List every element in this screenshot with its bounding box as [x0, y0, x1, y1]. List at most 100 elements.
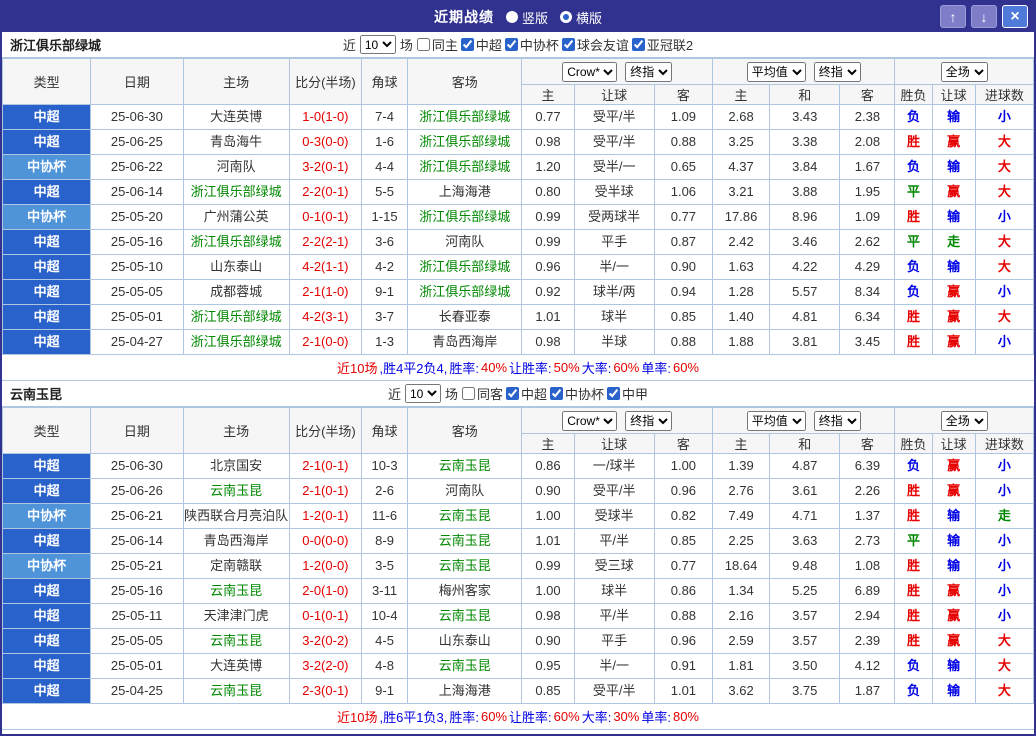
score[interactable]: 2-1(0-1) [288, 453, 363, 479]
away-team[interactable]: 河南队 [407, 229, 523, 255]
away-team[interactable]: 河南队 [407, 478, 523, 504]
section-header-bar: 云南玉昆 近 10 场 同客 中超 中协杯 中甲 [2, 381, 1034, 407]
move-down-button[interactable]: ↓ [971, 5, 997, 28]
asia-company-select[interactable]: Crow* [562, 410, 618, 431]
match-row: 中超 25-06-26 云南玉昆 2-1(0-1) 2-6 河南队 0.90 受平/半 0.96… [2, 478, 1034, 504]
score[interactable]: 1-2(0-0) [288, 553, 363, 579]
home-team[interactable]: 青岛海牛 [182, 129, 290, 155]
layout-radio-1[interactable]: 竖版 [505, 8, 548, 27]
score[interactable]: 3-2(0-1) [288, 154, 363, 180]
filter-checkbox-input[interactable] [506, 387, 519, 400]
home-team[interactable]: 云南玉昆 [182, 628, 290, 654]
euro-index-select[interactable]: 终指 [813, 61, 861, 82]
filter-checkbox-3[interactable]: 中协杯 [550, 384, 604, 403]
euro-company-select[interactable]: 平均值 [746, 61, 806, 82]
score[interactable]: 2-2(0-1) [288, 179, 363, 205]
filter-checkbox-1[interactable]: 同主 [416, 35, 458, 54]
asia-index-select[interactable]: 终指 [625, 410, 673, 431]
filter-checkbox-2[interactable]: 中超 [460, 35, 502, 54]
home-team[interactable]: 浙江俱乐部绿城 [182, 179, 290, 205]
subcol-header-result-wdl: 胜负 [894, 433, 933, 454]
match-date: 25-05-16 [90, 578, 184, 604]
filter-checkbox-input[interactable] [607, 387, 621, 400]
close-button[interactable]: × [1002, 5, 1028, 28]
euro-company-select[interactable]: 平均值 [746, 410, 806, 431]
away-team[interactable]: 青岛西海岸 [407, 329, 523, 355]
score[interactable]: 2-3(0-1) [288, 678, 363, 704]
score[interactable]: 0-3(0-0) [288, 129, 363, 155]
away-team[interactable]: 浙江俱乐部绿城 [407, 154, 523, 180]
filter-checkbox-input[interactable] [416, 38, 430, 51]
score[interactable]: 0-1(0-1) [288, 204, 363, 230]
home-team[interactable]: 陕西联合月亮泊队 [182, 503, 290, 529]
score[interactable]: 2-1(0-0) [288, 329, 363, 355]
home-team[interactable]: 浙江俱乐部绿城 [182, 304, 290, 330]
filter-checkbox-input[interactable] [460, 38, 474, 51]
score[interactable]: 3-2(2-0) [288, 653, 363, 679]
score[interactable]: 2-1(1-0) [288, 279, 363, 305]
home-team[interactable]: 浙江俱乐部绿城 [182, 229, 290, 255]
score[interactable]: 4-2(1-1) [288, 254, 363, 280]
home-team[interactable]: 云南玉昆 [182, 678, 290, 704]
home-team[interactable]: 山东泰山 [182, 254, 290, 280]
filter-checkbox-input[interactable] [561, 38, 575, 51]
away-team[interactable]: 上海海港 [407, 678, 523, 704]
home-team[interactable]: 大连英博 [182, 104, 290, 130]
away-team[interactable]: 上海海港 [407, 179, 523, 205]
home-team[interactable]: 北京国安 [182, 453, 290, 479]
move-up-button[interactable]: ↑ [940, 5, 966, 28]
away-team[interactable]: 山东泰山 [407, 628, 523, 654]
home-team[interactable]: 云南玉昆 [182, 478, 290, 504]
score[interactable]: 1-0(1-0) [288, 104, 363, 130]
away-team[interactable]: 浙江俱乐部绿城 [407, 254, 523, 280]
score[interactable]: 2-0(1-0) [288, 578, 363, 604]
score[interactable]: 2-1(0-1) [288, 478, 363, 504]
euro-index-select[interactable]: 终指 [813, 410, 861, 431]
score[interactable]: 2-2(2-1) [288, 229, 363, 255]
score[interactable]: 1-2(0-1) [288, 503, 363, 529]
filter-checkbox-input[interactable] [631, 38, 645, 51]
filter-checkbox-2[interactable]: 中超 [506, 384, 547, 403]
home-team[interactable]: 天津津门虎 [182, 603, 290, 629]
home-team[interactable]: 定南赣联 [182, 553, 290, 579]
away-team[interactable]: 云南玉昆 [407, 503, 523, 529]
away-team[interactable]: 云南玉昆 [407, 553, 523, 579]
home-team[interactable]: 成都蓉城 [182, 279, 290, 305]
score[interactable]: 3-2(0-2) [288, 628, 363, 654]
away-team[interactable]: 梅州客家 [407, 578, 523, 604]
home-team[interactable]: 河南队 [182, 154, 290, 180]
score[interactable]: 4-2(3-1) [288, 304, 363, 330]
titlebar-buttons: ↑ ↓ × [940, 5, 1028, 28]
home-team[interactable]: 浙江俱乐部绿城 [182, 329, 290, 355]
filter-checkbox-4[interactable]: 中甲 [607, 384, 648, 403]
home-team[interactable]: 大连英博 [182, 653, 290, 679]
away-team[interactable]: 云南玉昆 [407, 653, 523, 679]
score[interactable]: 0-0(0-0) [288, 528, 363, 554]
scope-select[interactable]: 全场 [940, 410, 988, 431]
match-count-select[interactable]: 10 [404, 384, 441, 403]
away-team[interactable]: 云南玉昆 [407, 528, 523, 554]
filter-checkbox-1[interactable]: 同客 [461, 384, 503, 403]
filter-checkbox-5[interactable]: 亚冠联2 [631, 35, 693, 54]
scope-select[interactable]: 全场 [940, 61, 988, 82]
home-team[interactable]: 云南玉昆 [182, 578, 290, 604]
asia-company-select[interactable]: Crow* [562, 61, 618, 82]
filter-checkbox-3[interactable]: 中协杯 [504, 35, 559, 54]
away-team[interactable]: 浙江俱乐部绿城 [407, 104, 523, 130]
away-team[interactable]: 浙江俱乐部绿城 [407, 279, 523, 305]
filter-checkbox-input[interactable] [504, 38, 518, 51]
layout-radio-2[interactable]: 横版 [560, 8, 602, 27]
asia-index-select[interactable]: 终指 [625, 61, 673, 82]
score[interactable]: 0-1(0-1) [288, 603, 363, 629]
away-team[interactable]: 云南玉昆 [407, 453, 523, 479]
away-team[interactable]: 浙江俱乐部绿城 [407, 204, 523, 230]
filter-checkbox-4[interactable]: 球会友谊 [561, 35, 629, 54]
home-team[interactable]: 广州蒲公英 [182, 204, 290, 230]
away-team[interactable]: 云南玉昆 [407, 603, 523, 629]
away-team[interactable]: 长春亚泰 [407, 304, 523, 330]
filter-checkbox-input[interactable] [461, 387, 475, 400]
match-count-select[interactable]: 10 [359, 35, 396, 54]
filter-checkbox-input[interactable] [550, 387, 564, 400]
away-team[interactable]: 浙江俱乐部绿城 [407, 129, 523, 155]
home-team[interactable]: 青岛西海岸 [182, 528, 290, 554]
